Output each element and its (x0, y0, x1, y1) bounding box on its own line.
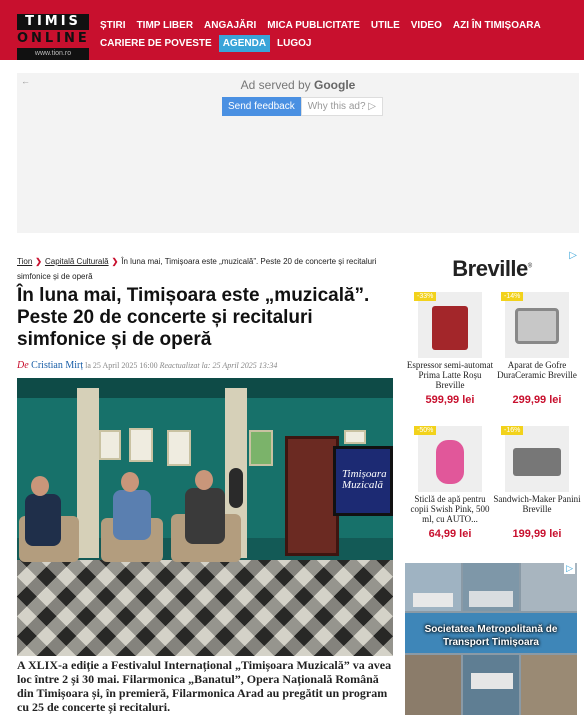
ad-served-text: Ad served by Google (17, 78, 579, 92)
nav-utile[interactable]: UTILE (367, 17, 404, 34)
photo-screen: Timișoara Muzicală (333, 446, 393, 516)
discount-badge: -14% (501, 292, 524, 301)
product-name: Aparat de Gofre DuraCeramic Breville (497, 360, 577, 380)
photo-person (113, 490, 151, 540)
sandwich-maker-shape (513, 448, 561, 476)
byline-prefix: De (17, 360, 32, 371)
brand-registered-mark: ® (527, 263, 532, 270)
brand-logo: Breville® (405, 256, 579, 282)
article-lead: A XLIX-a ediție a Festivalul Internațion… (17, 658, 392, 714)
breadcrumb-home[interactable]: Tion (17, 257, 32, 266)
photo-poster (344, 430, 366, 444)
nav-lugoj[interactable]: LUGOJ (273, 35, 315, 52)
product-price: 299,99 lei (512, 394, 562, 406)
photo-pillar (77, 388, 99, 558)
transport-photo (405, 655, 461, 715)
site-logo[interactable]: TIMIS ONLINE www.tion.ro (17, 14, 89, 60)
breadcrumb-section[interactable]: Capitală Culturală (45, 257, 109, 266)
updated-label: Reactualizat la: (159, 361, 211, 370)
author-link[interactable]: Cristian Mirț (31, 360, 83, 371)
ad-buttons: Send feedback Why this ad? ▷ (222, 97, 383, 116)
product-name: Espressor semi-automat Prima Latte Roșu … (406, 360, 494, 390)
published-date: la 25 April 2025 16:00 (83, 361, 160, 370)
nav-cariere-de-poveste[interactable]: CARIERE DE POVESTE (96, 35, 216, 52)
photo-ceiling (17, 378, 393, 398)
transport-ad-caption: Societatea Metropolitană de Transport Ti… (424, 624, 558, 648)
product-price: 199,99 lei (512, 528, 562, 540)
nav-timp-liber[interactable]: TIMP LIBER (133, 17, 197, 34)
main-nav: ȘTIRI TIMP LIBER ANGAJĂRI MICA PUBLICITA… (96, 17, 548, 34)
discount-badge: -33% (414, 292, 437, 301)
photo-person (229, 468, 243, 508)
product-image: -50% (414, 426, 482, 492)
sidebar-ad-transport[interactable]: Societatea Metropolitană de Transport Ti… (405, 563, 577, 715)
product-image: -16% (501, 426, 569, 492)
nav-video[interactable]: VIDEO (407, 17, 446, 34)
nav-angajari[interactable]: ANGAJĂRI (200, 17, 260, 34)
send-feedback-button[interactable]: Send feedback (222, 97, 301, 116)
product-price: 599,99 lei (425, 394, 475, 406)
product-name: Sandwich-Maker Panini Breville (493, 494, 581, 514)
product-image: -14% (501, 292, 569, 358)
product-card[interactable]: -16% Sandwich-Maker Panini Breville 199,… (492, 426, 582, 540)
espresso-machine-shape (432, 306, 468, 350)
photo-person (25, 494, 61, 546)
photo-door (285, 436, 339, 556)
photo-poster (249, 430, 273, 466)
logo-line1: TIMIS (17, 14, 89, 30)
water-bottle-shape (436, 440, 464, 484)
brand-name: Breville (452, 256, 528, 281)
site-header: TIMIS ONLINE www.tion.ro ȘTIRI TIMP LIBE… (0, 0, 584, 60)
discount-badge: -16% (501, 426, 524, 435)
updated-date: 25 April 2025 13:34 (210, 361, 278, 370)
product-price: 64,99 lei (428, 528, 472, 540)
photo-person-head (195, 470, 213, 490)
ad-served-prefix: Ad served by (240, 78, 315, 92)
logo-url: www.tion.ro (34, 50, 72, 57)
product-card[interactable]: -14% Aparat de Gofre DuraCeramic Brevill… (492, 292, 582, 406)
breadcrumb-separator-icon: ❯ (111, 257, 119, 266)
photo-screen-text: Timișoara Muzicală (342, 468, 387, 491)
breadcrumb-separator-icon: ❯ (35, 257, 42, 266)
nav-mica-publicitate[interactable]: MICA PUBLICITATE (263, 17, 364, 34)
photo-person-head (121, 472, 139, 492)
breadcrumb: Tion ❯ Capitală Culturală ❯ În luna mai, Tim… (17, 254, 392, 284)
top-ad: ← Ad served by Google Send feedback Why … (17, 73, 579, 233)
transport-photo (521, 655, 577, 715)
photo-poster (99, 430, 121, 460)
photo-person (185, 488, 225, 544)
product-card[interactable]: -50% Sticlă de apă pentru copii Swish Pi… (405, 426, 495, 540)
article-title: În luna mai, Timișoara este „muzicală”. … (17, 285, 370, 350)
photo-poster (129, 428, 153, 462)
photo-poster (167, 430, 191, 466)
bus-shape (469, 591, 513, 607)
logo-line2: ONLINE (17, 30, 90, 48)
ad-served-brand: Google (314, 78, 356, 92)
waffle-maker-shape (515, 308, 559, 344)
tram-shape (471, 673, 513, 689)
secondary-nav: CARIERE DE POVESTE AGENDA LUGOJ (96, 35, 319, 52)
article-byline: De Cristian Mirț la 25 April 2025 16:00 … (17, 360, 277, 371)
ad-choices-icon[interactable]: ▷ (564, 563, 575, 574)
nav-agenda[interactable]: AGENDA (218, 35, 271, 52)
product-name: Sticlă de apă pentru copii Swish Pink, 5… (410, 494, 490, 524)
sidebar-ad-breville[interactable]: ▷ Breville® -33% Espressor semi-automat … (405, 250, 582, 550)
photo-floor-overlay (17, 560, 393, 656)
discount-badge: -50% (414, 426, 437, 435)
why-this-ad-button[interactable]: Why this ad? ▷ (300, 97, 383, 116)
article-photo[interactable]: Timișoara Muzicală (17, 378, 393, 656)
product-card[interactable]: -33% Espressor semi-automat Prima Latte … (405, 292, 495, 406)
nav-azi-in-timisoara[interactable]: AZI ÎN TIMIȘOARA (449, 17, 545, 34)
product-image: -33% (414, 292, 482, 358)
nav-stiri[interactable]: ȘTIRI (96, 17, 130, 34)
photo-person-head (31, 476, 49, 496)
tram-shape (413, 593, 453, 607)
